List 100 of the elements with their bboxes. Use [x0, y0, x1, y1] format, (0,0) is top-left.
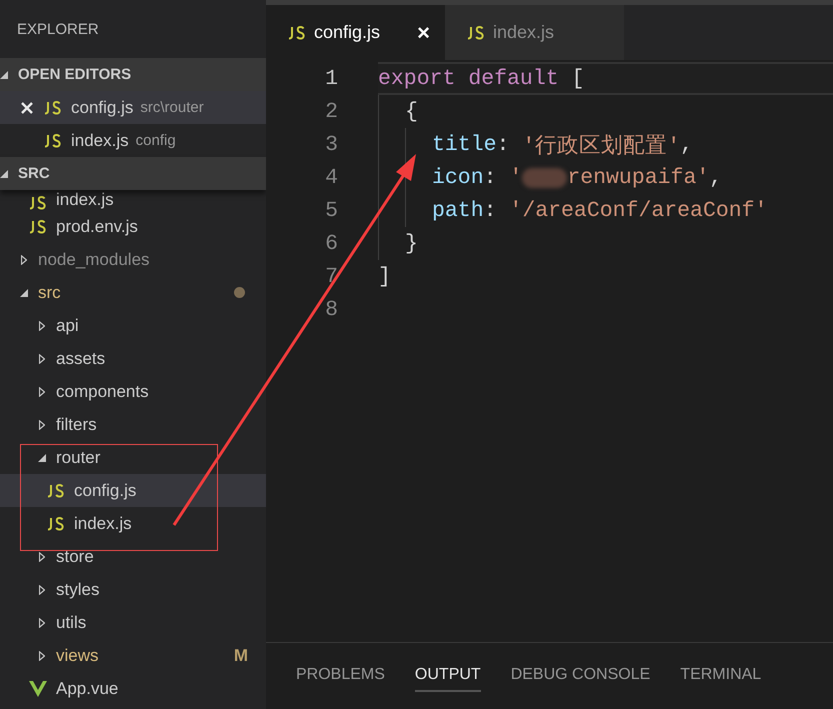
js-file-icon: [47, 484, 65, 498]
line-number: 5: [324, 198, 338, 222]
file-name: App.vue: [56, 678, 118, 698]
file-name: router: [56, 448, 100, 468]
line-number: 7: [324, 264, 338, 288]
collapsed-triangle-icon: [39, 618, 45, 628]
folder-item[interactable]: styles: [0, 573, 266, 606]
code-token: path: [432, 198, 484, 222]
file-name: config.js: [74, 480, 136, 500]
file-path: config: [136, 132, 176, 149]
expanded-triangle-icon: [38, 454, 46, 462]
collapsed-triangle-icon: [39, 650, 45, 660]
folder-item[interactable]: filters: [0, 408, 266, 441]
js-file-icon: [29, 196, 47, 210]
folder-item[interactable]: router: [0, 441, 266, 474]
file-item[interactable]: index.js: [0, 507, 266, 540]
expanded-triangle-icon: [0, 70, 8, 78]
expanded-triangle-icon: [20, 288, 28, 296]
file-name: index.js: [56, 190, 114, 210]
js-file-icon: [47, 516, 65, 530]
line-number: 6: [324, 232, 338, 256]
code-token: '行政区划配置': [522, 133, 680, 159]
file-item[interactable]: config.js: [0, 474, 266, 507]
expanded-triangle-icon: [0, 170, 8, 178]
line-number: 1: [324, 66, 338, 90]
code-token: :: [484, 198, 498, 222]
open-editor-item[interactable]: config.js src\router: [0, 91, 266, 124]
code-token: title: [432, 132, 497, 156]
collapsed-triangle-icon: [39, 320, 45, 330]
code-token: ,: [709, 166, 722, 190]
js-file-icon: [44, 100, 62, 114]
folder-item[interactable]: store: [0, 540, 266, 573]
close-icon[interactable]: ×: [417, 20, 430, 46]
collapsed-triangle-icon: [21, 254, 27, 264]
line-number: 2: [324, 100, 338, 124]
panel-tab[interactable]: DEBUG CONSOLE: [510, 660, 650, 692]
folder-item[interactable]: assets: [0, 342, 266, 375]
section-header[interactable]: OPEN EDITORS: [0, 58, 266, 91]
editor-tab[interactable]: config.js ×: [266, 5, 445, 60]
open-editor-item[interactable]: index.js config: [0, 124, 266, 157]
collapsed-triangle-icon: [39, 354, 45, 364]
file-name: components: [56, 382, 149, 402]
vue-logo-icon: [29, 680, 47, 696]
folder-item[interactable]: components: [0, 375, 266, 408]
file-name: views: [56, 646, 99, 666]
collapsed-triangle-icon: [39, 552, 45, 562]
file-name: store: [56, 546, 94, 566]
file-name: utils: [56, 612, 86, 632]
file-name: prod.env.js: [56, 216, 138, 236]
git-status-label: M: [234, 646, 248, 666]
line-number: 8: [324, 298, 338, 322]
code-token: icon: [432, 166, 484, 190]
section-header[interactable]: SRC: [0, 157, 266, 190]
tab-label: config.js: [314, 22, 380, 43]
collapsed-triangle-icon: [39, 420, 45, 430]
sidebar-title: EXPLORER: [16, 20, 100, 40]
panel-tab[interactable]: TERMINAL: [680, 660, 762, 692]
folder-item[interactable]: views M: [0, 639, 266, 672]
file-name: assets: [56, 348, 106, 368]
code-token: ': [509, 166, 522, 190]
code-token: export default: [378, 66, 559, 90]
js-file-icon: [44, 134, 62, 148]
file-item[interactable]: index.js: [0, 190, 266, 210]
code-token: :: [484, 166, 498, 190]
code-token: '/areaConf/areaConf': [509, 198, 768, 222]
code-token: renwupaifa': [567, 166, 710, 190]
folder-item[interactable]: node_modules: [0, 243, 266, 276]
editor-tab[interactable]: index.js: [445, 5, 624, 60]
folder-item[interactable]: api: [0, 309, 266, 342]
panel-tab[interactable]: PROBLEMS: [296, 660, 385, 692]
file-name: filters: [56, 414, 97, 434]
file-name: node_modules: [38, 250, 150, 270]
line-number: 3: [324, 132, 338, 156]
folder-item[interactable]: src: [0, 276, 266, 309]
js-file-icon: [29, 220, 47, 234]
panel-tab[interactable]: OUTPUT: [414, 660, 481, 692]
redaction-mark: [522, 168, 568, 188]
code-token: ]: [378, 264, 391, 288]
section-label: SRC: [18, 165, 50, 182]
folder-item[interactable]: utils: [0, 606, 266, 639]
js-file-icon: [288, 26, 306, 40]
code-token: }: [405, 232, 418, 256]
file-path: src\router: [140, 99, 204, 116]
file-name: config.js: [71, 98, 134, 118]
file-name: index.js: [74, 514, 132, 534]
file-item[interactable]: prod.env.js: [0, 210, 266, 243]
js-file-icon: [467, 26, 485, 40]
collapsed-triangle-icon: [39, 584, 45, 594]
collapsed-triangle-icon: [39, 386, 45, 396]
section-label: OPEN EDITORS: [18, 66, 132, 83]
code-token: [: [570, 66, 584, 90]
code-token: :: [496, 132, 510, 156]
file-name: styles: [56, 580, 100, 600]
code-token: ,: [680, 132, 694, 156]
line-number: 4: [324, 166, 338, 190]
code-token: {: [405, 100, 418, 124]
file-name: api: [56, 316, 79, 336]
file-name: src: [38, 282, 61, 302]
file-item[interactable]: App.vue: [0, 672, 266, 705]
close-icon: [20, 100, 34, 114]
